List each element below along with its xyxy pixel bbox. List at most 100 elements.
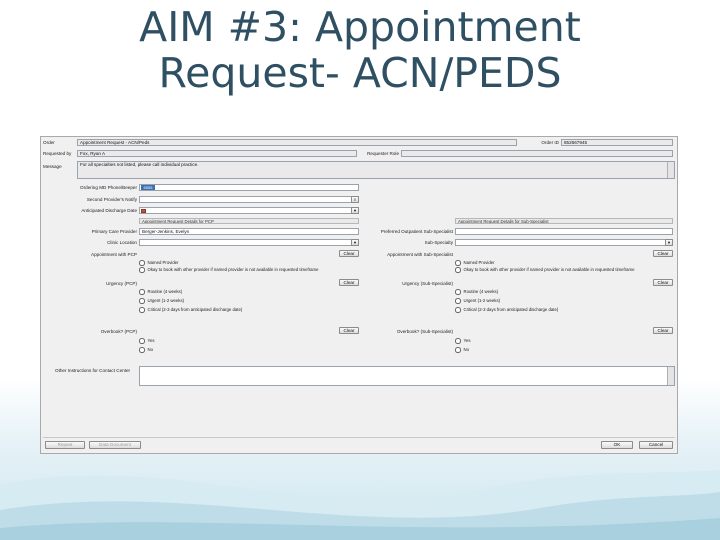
sub-okay-other-option[interactable]: Okay to book with other provider if name… [455,267,673,273]
pcp-named-provider-option[interactable]: Named Provider [139,260,359,266]
order-id-label: Order ID [541,140,559,145]
order-form-window: Order Appointment Request - ACN/Peds Ord… [40,136,678,454]
option-label: Routine (4 weeks) [463,289,499,294]
data-document-button[interactable]: Data Document [89,441,141,449]
option-label: Routine (4 weeks) [147,289,183,294]
option-label: Critical (2-3 days from anticipated disc… [463,307,559,312]
sub-named-provider-option[interactable]: Named Provider [455,260,673,266]
anticipated-discharge-field[interactable] [139,207,359,214]
radio-button[interactable] [455,347,461,353]
radio-button[interactable] [139,338,145,344]
slide-title: AIM #3: Appointment Request- ACN/PEDS [0,4,720,96]
urgency-pcp-label: Urgency (PCP) [106,281,137,286]
overbook-pcp-clear-button[interactable]: Clear [339,327,359,334]
radio-button[interactable] [139,289,145,295]
preferred-sub-specialist-field[interactable] [455,228,673,235]
radio-button[interactable] [139,260,145,266]
pcp-critical-option[interactable]: Critical (2-3 days from anticipated disc… [139,307,359,313]
right-section-header: Appointment Request Details for Sub-Spec… [455,218,673,224]
ordering-md-value: 5555 [141,185,155,190]
radio-button[interactable] [455,338,461,344]
urgency-sub-label: Urgency (Sub-Specialist) [402,281,453,286]
ordering-md-label: Ordering MD Phone/Beeper [80,185,137,190]
radio-button[interactable] [139,347,145,353]
pcp-overbook-no[interactable]: No [139,347,359,353]
chevron-down-icon: ▾ [667,240,671,245]
pcp-okay-other-option[interactable]: Okay to book with other provider if name… [139,267,361,273]
calendar-icon[interactable] [141,208,146,213]
urgency-sub-clear-button[interactable]: Clear [653,279,673,286]
option-label: Named Provider [147,260,179,265]
sub-overbook-no[interactable]: No [455,347,673,353]
ordering-md-field[interactable]: 5555 [139,184,359,191]
clinic-location-label: Clinic Location [107,240,137,245]
second-provider-lookup-button[interactable]: ⌕ [351,196,359,203]
chevron-down-icon: ▾ [353,208,357,213]
ok-button[interactable]: OK [601,441,633,449]
overbook-sub-label: Overbook? (Sub-Specialist) [396,329,453,334]
clinic-location-field[interactable] [139,239,359,246]
radio-button[interactable] [139,298,145,304]
pcp-label: Primary Care Provider [91,229,137,234]
order-label: Order [43,140,55,145]
option-label: No [463,347,470,352]
other-instructions-scrollbar[interactable] [667,367,674,385]
option-label: Urgent (1-2 weeks) [147,298,185,303]
sub-specialty-dropdown[interactable]: ▾ [665,239,673,246]
clinic-location-dropdown[interactable]: ▾ [351,239,359,246]
option-label: Yes [463,338,471,343]
repeat-button[interactable]: Repeat [45,441,85,449]
message-label: Message [43,164,62,169]
other-instructions-label: Other Instructions for Contact Center [55,368,131,373]
radio-button[interactable] [139,267,145,273]
radio-button[interactable] [455,260,461,266]
left-section-header: Appointment Request Details for PCP [139,218,359,224]
overbook-pcp-label: Overbook? (PCP) [100,329,137,334]
option-label: Okay to book with other provider if name… [463,267,635,272]
radio-button[interactable] [455,267,461,273]
appt-with-pcp-label: Appointment with PCP [91,252,137,257]
option-label: No [147,347,154,352]
option-label: Critical (2-3 days from anticipated disc… [147,307,243,312]
order-field: Appointment Request - ACN/Peds [77,139,517,146]
requested-by-field: Fox, Ryan A [77,150,357,157]
radio-button[interactable] [455,307,461,313]
anticipated-discharge-label: Anticipated Discharge Date [81,208,137,213]
message-field: For all specialties not listed, please c… [77,161,675,179]
requester-role-field [401,150,673,157]
pcp-overbook-yes[interactable]: Yes [139,338,359,344]
appt-pcp-clear-button[interactable]: Clear [339,250,359,257]
message-scrollbar[interactable] [667,162,674,178]
pcp-routine-option[interactable]: Routine (4 weeks) [139,289,359,295]
sub-specialty-label: Sub-Specialty [424,240,453,245]
option-label: Urgent (1-2 weeks) [463,298,501,303]
sub-routine-option[interactable]: Routine (4 weeks) [455,289,673,295]
sub-specialty-field[interactable] [455,239,673,246]
second-provider-field[interactable] [139,196,359,203]
pcp-field[interactable]: Berger-Jenkins, Evelyn [139,228,359,235]
sub-overbook-yes[interactable]: Yes [455,338,673,344]
second-provider-label: Second Provider's Notify [86,197,137,202]
radio-button[interactable] [455,289,461,295]
sub-critical-option[interactable]: Critical (2-3 days from anticipated disc… [455,307,673,313]
slide-title-line-1: AIM #3: Appointment [139,3,581,51]
option-label: Okay to book with other provider if name… [147,267,319,272]
appt-with-sub-label: Appointment with Sub-Specialist [387,252,453,257]
other-instructions-textarea[interactable] [139,366,675,386]
discharge-date-dropdown[interactable]: ▾ [351,207,359,214]
footer-divider [43,437,675,438]
cancel-button[interactable]: Cancel [639,441,673,449]
slide-title-line-2: Request- ACN/PEDS [158,49,562,97]
radio-button[interactable] [139,307,145,313]
radio-button[interactable] [455,298,461,304]
option-label: Named Provider [463,260,495,265]
option-label: Yes [147,338,155,343]
urgency-pcp-clear-button[interactable]: Clear [339,279,359,286]
requester-role-label: Requester Role [367,151,399,156]
pcp-urgent-option[interactable]: Urgent (1-2 weeks) [139,298,359,304]
appt-sub-clear-button[interactable]: Clear [653,250,673,257]
overbook-sub-clear-button[interactable]: Clear [653,327,673,334]
order-id-field: 852667945 [561,139,673,146]
lookup-icon: ⌕ [353,197,357,202]
sub-urgent-option[interactable]: Urgent (1-2 weeks) [455,298,673,304]
